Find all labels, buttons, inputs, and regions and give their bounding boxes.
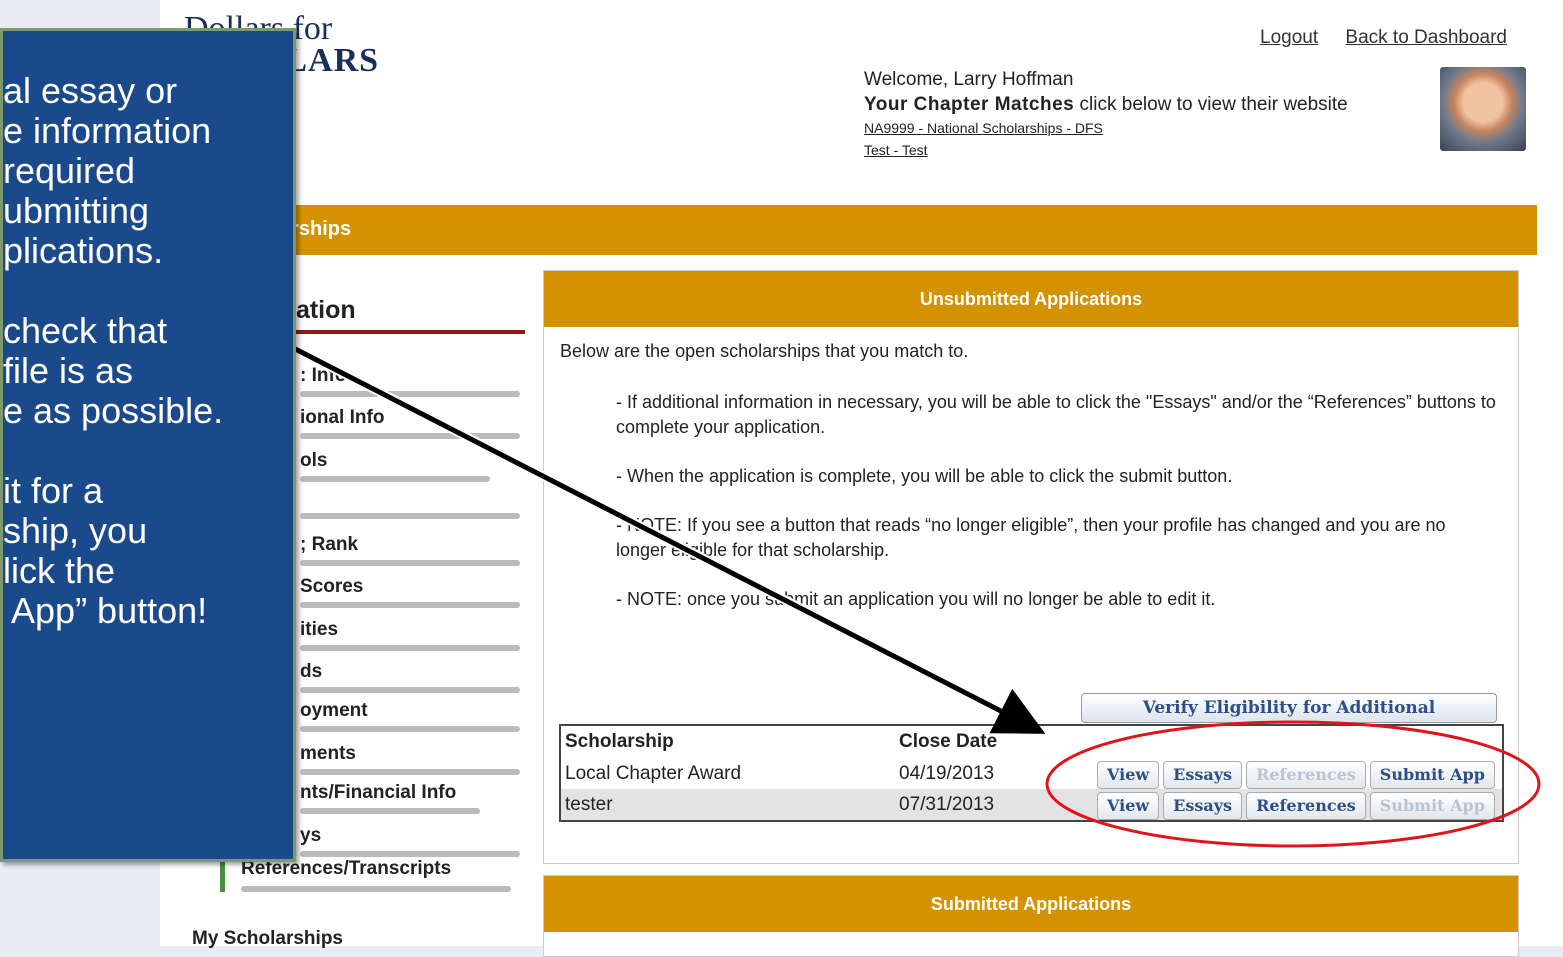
- sidebar-item-label: oyment: [300, 700, 368, 721]
- view-button[interactable]: View: [1097, 761, 1160, 789]
- note-no-longer-eligible: - NOTE: If you see a button that reads “…: [616, 515, 1446, 560]
- progress-bar: [300, 391, 520, 397]
- sidebar-item-label: ; Rank: [300, 534, 359, 555]
- essays-button[interactable]: Essays: [1163, 792, 1243, 820]
- my-scholarships-heading[interactable]: My Scholarships: [192, 928, 343, 950]
- chapter-matches-bold: Your Chapter Matches: [864, 94, 1075, 115]
- sidebar-item-essays[interactable]: ys: [300, 825, 520, 857]
- column-header-close-date: Close Date: [899, 731, 998, 752]
- welcome-block: Welcome, Larry Hoffman Your Chapter Matc…: [864, 67, 1348, 161]
- scholarship-name: tester: [565, 794, 613, 815]
- note-additional-info: - If additional information in necessary…: [616, 392, 1496, 437]
- unsubmitted-applications-panel: Unsubmitted Applications Below are the o…: [543, 270, 1519, 864]
- references-button: References: [1246, 761, 1366, 789]
- chapter-link-test[interactable]: Test - Test: [864, 139, 1348, 161]
- progress-bar: [300, 769, 520, 775]
- welcome-text: Welcome, Larry Hoffman: [864, 69, 1074, 90]
- chapter-link-national[interactable]: NA9999 - National Scholarships - DFS: [864, 117, 1348, 139]
- note-cannot-edit: - NOTE: once you submit an application y…: [616, 589, 1216, 609]
- column-header-scholarship: Scholarship: [565, 731, 674, 752]
- panel-title: Unsubmitted Applications: [544, 271, 1518, 327]
- sidebar-item-parents-financial-info[interactable]: nts/Financial Info: [300, 782, 520, 814]
- sidebar-item-label: ional Info: [300, 407, 385, 428]
- sidebar-item-employment[interactable]: oyment: [300, 700, 520, 732]
- sidebar-item-class-rank[interactable]: ; Rank: [300, 534, 520, 566]
- sidebar-item-label: : Info: [300, 365, 347, 386]
- essays-button[interactable]: Essays: [1163, 761, 1243, 789]
- chapter-matches-heading: Your Chapter Matches click below to view…: [864, 92, 1348, 117]
- sidebar-item-label: ys: [300, 825, 322, 846]
- row-actions: View Essays References Submit App: [1097, 792, 1499, 820]
- scholarship-name: Local Chapter Award: [565, 763, 742, 784]
- sidebar-item-label: Scores: [300, 576, 364, 597]
- submit-app-button: Submit App: [1369, 792, 1495, 820]
- progress-bar: [300, 687, 520, 693]
- sidebar-item-label: ds: [300, 661, 323, 682]
- sidebar-item-basic-info[interactable]: : Info: [300, 365, 520, 397]
- table-row: tester 07/31/2013 View Essays References Su…: [561, 789, 1502, 820]
- panel-title: Submitted Applications: [544, 876, 1518, 932]
- top-links: Logout Back to Dashboard: [1260, 27, 1529, 49]
- sidebar-item-label: ols: [300, 450, 328, 471]
- progress-bar: [300, 560, 520, 566]
- submit-app-button[interactable]: Submit App: [1369, 761, 1495, 789]
- progress-bar: [300, 808, 480, 814]
- panel-body: Below are the open scholarships that you…: [544, 327, 1518, 612]
- sidebar-item-unlabeled[interactable]: [300, 493, 520, 519]
- sidebar-item-additional-info[interactable]: ional Info: [300, 407, 520, 439]
- sidebar-item-activities[interactable]: ities: [300, 619, 520, 651]
- avatar: [1440, 67, 1526, 151]
- sidebar-item-awards[interactable]: ds: [300, 661, 520, 693]
- sidebar-item-schools[interactable]: ols: [300, 450, 520, 482]
- instruction-callout: al essay or e information required ubmit…: [0, 28, 296, 862]
- close-date: 04/19/2013: [899, 763, 995, 784]
- progress-bar: [300, 851, 520, 857]
- row-actions: View Essays References Submit App: [1097, 761, 1499, 789]
- sidebar-item-references-transcripts[interactable]: References/Transcripts: [220, 858, 541, 892]
- sidebar-item-statements[interactable]: ments: [300, 743, 520, 775]
- scholarship-table: Scholarship Close Date Local Chapter Awa…: [559, 724, 1504, 822]
- progress-bar: [300, 433, 520, 439]
- logout-link[interactable]: Logout: [1260, 27, 1318, 48]
- progress-bar: [300, 645, 520, 651]
- sidebar-item-label: ities: [300, 619, 339, 640]
- back-to-dashboard-link[interactable]: Back to Dashboard: [1345, 27, 1507, 48]
- view-button[interactable]: View: [1097, 792, 1160, 820]
- references-button[interactable]: References: [1246, 792, 1366, 820]
- close-date: 07/31/2013: [899, 794, 995, 815]
- note-complete: - When the application is complete, you …: [616, 466, 1233, 486]
- sidebar-item-label: nts/Financial Info: [300, 782, 457, 803]
- progress-bar: [300, 513, 520, 519]
- verify-eligibility-button[interactable]: Verify Eligibility for Additional Schola…: [1081, 693, 1497, 746]
- intro-text: Below are the open scholarships that you…: [560, 341, 969, 361]
- sidebar-item-label: ments: [300, 743, 356, 764]
- progress-bar: [300, 726, 520, 732]
- table-header: Scholarship Close Date: [561, 726, 1502, 758]
- submitted-applications-panel: Submitted Applications: [543, 875, 1519, 957]
- section-banner: arships: [160, 205, 1537, 255]
- callout-text: al essay or e information required ubmit…: [3, 70, 224, 631]
- table-row: Local Chapter Award 04/19/2013 View Essay…: [561, 758, 1502, 789]
- chapter-matches-rest: click below to view their website: [1074, 94, 1348, 115]
- progress-bar: [300, 602, 520, 608]
- sidebar-item-test-scores[interactable]: Scores: [300, 576, 520, 608]
- progress-bar: [241, 886, 511, 892]
- progress-bar: [300, 476, 490, 482]
